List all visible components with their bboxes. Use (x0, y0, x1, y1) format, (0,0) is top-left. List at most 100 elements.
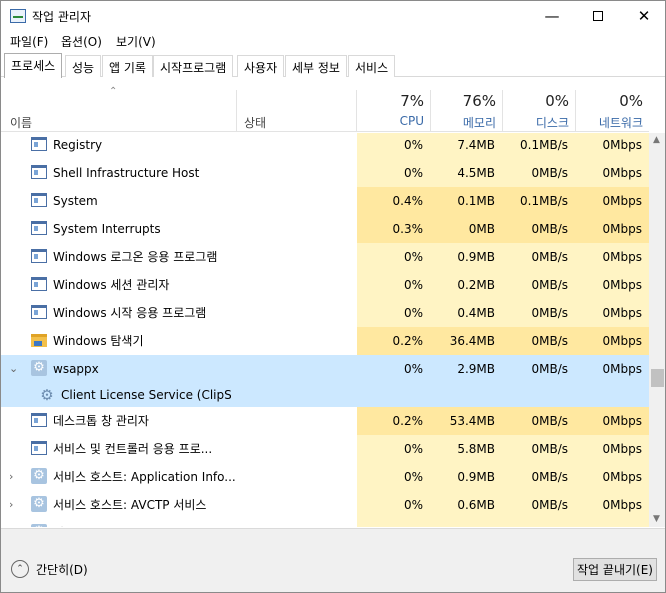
tab-details[interactable]: 세부 정보 (285, 55, 347, 77)
process-name: Shell Infrastructure Host (53, 166, 200, 180)
column-disk[interactable]: 0% 디스크 (502, 78, 575, 132)
menu-options[interactable]: 옵션(O) (61, 33, 102, 50)
maximize-icon (593, 11, 603, 21)
table-row[interactable]: › ⚙ 서비스 호스트: Background Int... 0%2.6MB0MB/s… (1, 519, 649, 527)
cell-cpu: 0% (357, 243, 430, 271)
minimize-button[interactable]: — (529, 1, 575, 31)
service-gear-icon: ⚙ (40, 386, 54, 404)
sort-ascending-icon: ⌃ (109, 86, 118, 97)
cell-network: 0Mbps (575, 133, 649, 159)
cell-cpu: 0% (357, 299, 430, 327)
table-row[interactable]: Windows 세션 관리자 0% 0.2MB 0MB/s 0Mbps (1, 271, 649, 299)
process-name: 서비스 호스트: AVCTP 서비스 (53, 498, 207, 512)
expand-chevron-right-icon[interactable]: › (9, 463, 13, 491)
cell-network: 0Mbps (575, 463, 649, 491)
scroll-down-icon[interactable]: ▼ (653, 514, 660, 524)
cell-memory: 0.9MB (430, 243, 502, 271)
cell-network: 0Mbps (575, 243, 649, 271)
cell-disk: 0MB/s (502, 299, 575, 327)
cell-cpu: 0% (357, 133, 430, 159)
service-gear-icon: ⚙ (31, 360, 47, 376)
column-network[interactable]: 0% 네트워크 (575, 78, 649, 132)
cell-cpu: 0% (403, 362, 423, 376)
table-row[interactable]: › ⚙ 서비스 호스트: Application Info... 0% 0.9MB 0MB… (1, 463, 649, 491)
end-task-button[interactable]: 작업 끝내기(E) (573, 558, 657, 581)
close-icon: ✕ (637, 7, 651, 25)
tab-processes[interactable]: 프로세스 (4, 53, 63, 78)
process-window-icon (31, 277, 47, 291)
disk-total: 0% (545, 92, 569, 110)
collapse-chevron-icon[interactable]: ⌃ (11, 560, 29, 578)
cell-cpu: 0% (357, 491, 430, 519)
cell-disk: 0MB/s (502, 519, 575, 527)
cell-memory: 36.4MB (430, 327, 502, 355)
column-name[interactable]: 이름 (10, 114, 32, 131)
vertical-scrollbar[interactable]: ▲ ▼ (649, 133, 665, 527)
tab-users[interactable]: 사용자 (237, 55, 285, 77)
table-row[interactable]: System Interrupts 0.3% 0MB 0MB/s 0Mbps (1, 215, 649, 243)
cell-network: 0Mbps (575, 159, 649, 187)
table-row[interactable]: Shell Infrastructure Host 0% 4.5MB 0MB/s 0Mb… (1, 159, 649, 187)
child-process-row[interactable]: ⚙ Client License Service (ClipSV... (1, 383, 649, 407)
column-memory[interactable]: 76% 메모리 (430, 78, 502, 132)
table-row[interactable]: › ⚙ 서비스 호스트: AVCTP 서비스 0% 0.6MB 0MB/s 0Mbps (1, 491, 649, 519)
process-window-icon (31, 193, 47, 207)
expand-chevron-right-icon[interactable]: › (9, 491, 13, 519)
process-name: 서비스 호스트: Application Info... (53, 470, 236, 484)
cell-network: 0Mbps (575, 491, 649, 519)
table-row[interactable]: 데스크톱 창 관리자 0.2% 53.4MB 0MB/s 0Mbps (1, 407, 649, 435)
process-name: wsappx (53, 362, 99, 376)
menu-bar: 파일(F) 옵션(O) 보기(V) (1, 31, 665, 52)
column-cpu[interactable]: 7% CPU (357, 78, 430, 132)
menu-file[interactable]: 파일(F) (10, 33, 48, 50)
table-row[interactable]: ⌄ ⚙ wsappx 0% 2.9MB 0MB/s 0Mbps (1, 355, 649, 383)
tab-performance[interactable]: 성능 (65, 55, 102, 77)
disk-label: 디스크 (535, 116, 569, 130)
column-divider[interactable] (236, 90, 237, 132)
process-name: Client License Service (ClipSV... (61, 388, 231, 402)
fewer-details-link[interactable]: 간단히(D) (36, 561, 88, 578)
column-status[interactable]: 상태 (244, 114, 266, 131)
service-gear-icon: ⚙ (31, 496, 47, 512)
tab-startup[interactable]: 시작프로그램 (153, 55, 234, 77)
process-window-icon (31, 413, 47, 427)
cell-network: 0Mbps (575, 215, 649, 243)
title-bar[interactable]: 작업 관리자 — ✕ (1, 1, 665, 31)
process-name: Windows 로그온 응용 프로그램 (53, 250, 218, 264)
table-row[interactable]: Windows 시작 응용 프로그램 0% 0.4MB 0MB/s 0Mbps (1, 299, 649, 327)
cell-disk: 0MB/s (502, 407, 575, 435)
process-name: System Interrupts (53, 222, 161, 236)
memory-total: 76% (462, 92, 496, 110)
table-row[interactable]: Windows 로그온 응용 프로그램 0% 0.9MB 0MB/s 0Mbps (1, 243, 649, 271)
cell-memory: 0.2MB (430, 271, 502, 299)
scrollbar-thumb[interactable] (651, 369, 664, 387)
maximize-button[interactable] (575, 1, 621, 31)
expand-chevron-right-icon[interactable]: › (9, 519, 13, 527)
cell-disk: 0MB/s (502, 243, 575, 271)
cell-cpu: 0.2% (357, 407, 430, 435)
cell-disk: 0MB/s (502, 491, 575, 519)
process-window-icon (31, 441, 47, 455)
footer-bar: ⌃ 간단히(D) 작업 끝내기(E) (1, 528, 665, 592)
table-row[interactable]: 서비스 및 컨트롤러 응용 프로... 0% 5.8MB 0MB/s 0Mbps (1, 435, 649, 463)
table-row[interactable]: Registry 0% 7.4MB 0.1MB/s 0Mbps (1, 133, 649, 159)
network-label: 네트워크 (598, 116, 643, 130)
process-name: Windows 탐색기 (53, 334, 144, 348)
expand-chevron-down-icon[interactable]: ⌄ (9, 355, 18, 383)
table-row[interactable]: System 0.4% 0.1MB 0.1MB/s 0Mbps (1, 187, 649, 215)
process-name: 데스크톱 창 관리자 (53, 414, 149, 428)
tab-bar: 프로세스 성능 앱 기록 시작프로그램 사용자 세부 정보 서비스 (1, 53, 665, 78)
table-row[interactable]: Windows 탐색기 0.2% 36.4MB 0MB/s 0Mbps (1, 327, 649, 355)
tab-services[interactable]: 서비스 (348, 55, 396, 77)
cell-disk: 0MB/s (502, 215, 575, 243)
cell-disk: 0MB/s (502, 435, 575, 463)
cell-cpu: 0.2% (357, 327, 430, 355)
cell-network: 0Mbps (575, 271, 649, 299)
menu-view[interactable]: 보기(V) (116, 33, 156, 50)
cell-network: 0Mbps (575, 407, 649, 435)
tab-app-history[interactable]: 앱 기록 (102, 55, 153, 77)
close-button[interactable]: ✕ (621, 1, 665, 31)
cell-network: 0Mbps (575, 327, 649, 355)
cell-memory: 0.9MB (430, 463, 502, 491)
scroll-up-icon[interactable]: ▲ (653, 135, 660, 145)
